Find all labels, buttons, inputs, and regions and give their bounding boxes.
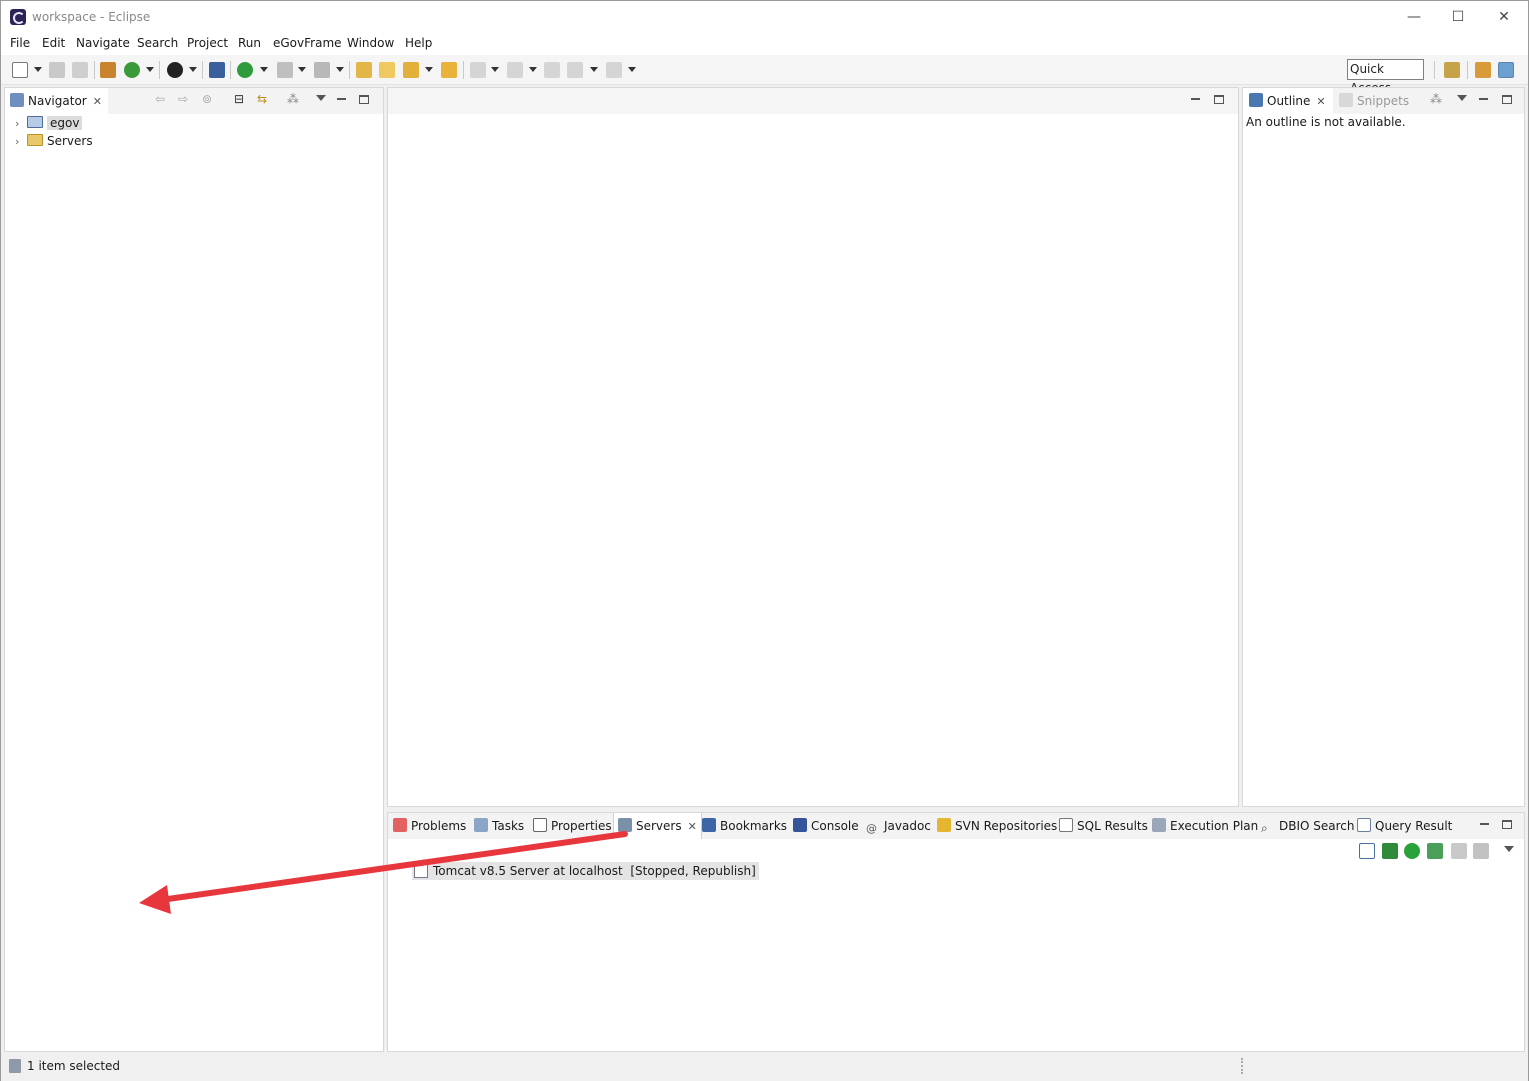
status-item-icon	[9, 1059, 21, 1073]
status-divider	[1241, 1058, 1243, 1074]
status-bar: 1 item selected	[1, 1054, 1528, 1081]
eclipse-window: workspace - Eclipse — ☐ ✕ File Edit Navi…	[0, 0, 1529, 1081]
annotation-arrow-icon	[139, 831, 628, 914]
status-text: 1 item selected	[27, 1059, 121, 1073]
